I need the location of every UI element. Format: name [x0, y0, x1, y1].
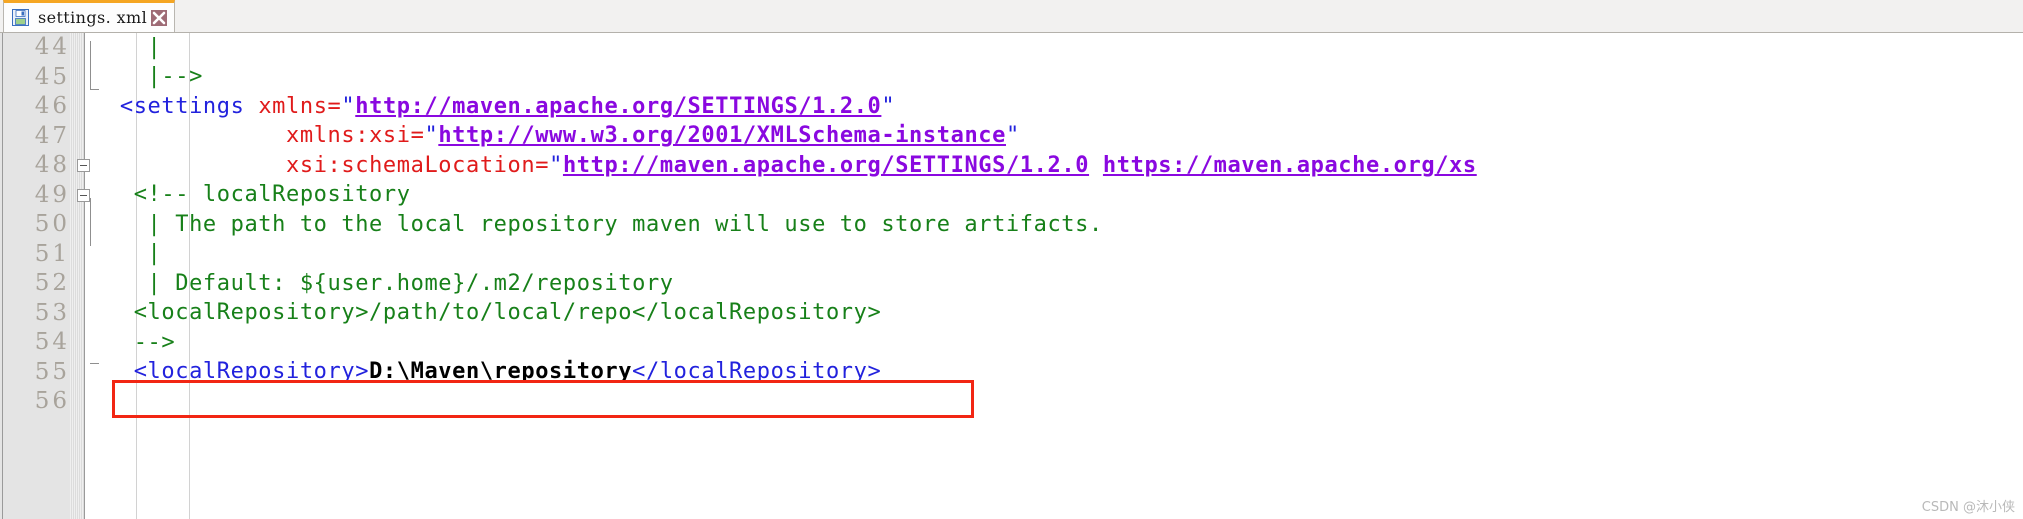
code-token: = — [535, 152, 550, 178]
code-text[interactable]: | — [96, 34, 2023, 60]
code-line[interactable]: 47 xmlns:xsi="http://www.w3.org/2001/XML… — [0, 122, 2023, 152]
line-number: 49 — [34, 181, 70, 208]
tab-title: settings. xml — [38, 7, 148, 27]
line-number: 46 — [34, 93, 70, 120]
code-text[interactable]: xmlns:xsi="http://www.w3.org/2001/XMLSch… — [96, 125, 2023, 147]
code-line[interactable]: 52 | Default: ${user.home}/.m2/repositor… — [0, 269, 2023, 299]
code-token: " — [424, 123, 439, 149]
code-line[interactable]: 56 — [0, 387, 2023, 417]
code-token: | — [106, 241, 162, 267]
code-token: <localRepository>/path/to/local/repo</lo… — [106, 300, 882, 326]
code-editor[interactable]: 44 | 45 |--> 46 <settings xmlns="http://ma… — [0, 33, 2023, 519]
code-token: = — [410, 123, 425, 149]
editor-tab-bar: settings. xml — [0, 0, 2023, 33]
code-token: xmlns — [258, 93, 328, 119]
line-number: 55 — [34, 358, 70, 385]
floppy-disk-icon — [12, 9, 29, 26]
close-x-icon[interactable] — [151, 9, 168, 26]
code-token: http://maven.apache.org/SETTINGS/1.2.0 — [355, 93, 882, 119]
code-token: http://maven.apache.org/SETTINGS/1.2.0 — [562, 152, 1090, 178]
code-line[interactable]: 49 <!-- localRepository — [0, 181, 2023, 211]
code-token: " — [341, 93, 356, 119]
code-token: = — [327, 93, 342, 119]
code-text[interactable]: --> — [96, 329, 2023, 355]
code-text[interactable]: | The path to the local repository maven… — [96, 211, 2023, 237]
code-token: | Default: ${user.home}/.m2/repository — [106, 270, 674, 296]
code-line[interactable]: 45 |--> — [0, 63, 2023, 93]
code-token: " — [549, 152, 563, 178]
watermark-text: CSDN @沐小侠 — [1921, 500, 2015, 515]
fold-toggle[interactable] — [70, 188, 96, 202]
xml-editor-window: settings. xml 44 | 45 |--> 46 <settings xm… — [0, 0, 2023, 519]
code-line[interactable]: 50 | The path to the local repository ma… — [0, 210, 2023, 240]
tab-bar-empty-space — [171, 0, 2023, 32]
line-number: 47 — [34, 122, 70, 149]
fold-toggle[interactable] — [70, 159, 96, 173]
code-token: D:\Maven\repository — [369, 359, 633, 385]
code-token: --> — [106, 329, 176, 355]
code-line[interactable]: 44 | — [0, 33, 2023, 63]
code-text[interactable]: <settings xmlns="http://maven.apache.org… — [96, 93, 2023, 119]
code-token: <settings — [106, 93, 245, 119]
code-text[interactable]: <!-- localRepository — [96, 184, 2023, 206]
fold-minus-icon[interactable] — [76, 188, 90, 202]
code-token: | — [106, 34, 162, 60]
code-token: http://www.w3.org/2001/XMLSchema-instanc… — [438, 123, 1006, 149]
code-text[interactable]: | Default: ${user.home}/.m2/repository — [96, 270, 2023, 296]
code-token: </localRepository> — [632, 359, 882, 385]
line-number: 54 — [34, 329, 70, 356]
code-token: <!-- localRepository — [106, 182, 411, 208]
line-number: 52 — [34, 270, 70, 297]
code-text[interactable]: <localRepository>D:\Maven\repository</lo… — [96, 361, 2023, 383]
line-number: 50 — [34, 211, 70, 238]
code-text[interactable]: | — [96, 243, 2023, 265]
code-token: https://maven.apache.org/xs — [1102, 152, 1477, 178]
code-lines: 44 | 45 |--> 46 <settings xmlns="http://ma… — [0, 33, 2023, 519]
code-token: |--> — [106, 64, 203, 90]
code-token: " — [881, 93, 896, 119]
code-text[interactable]: xsi:schemaLocation="http://maven.apache.… — [96, 152, 2023, 178]
code-token: <localRepository> — [106, 359, 370, 385]
line-number: 48 — [34, 152, 70, 179]
code-line[interactable]: 48 xsi:schemaLocation="http://maven.apac… — [0, 151, 2023, 181]
code-line[interactable]: 51 | — [0, 240, 2023, 270]
line-number: 51 — [34, 240, 70, 267]
code-token: xsi:schemaLocation — [286, 152, 536, 178]
code-line[interactable]: 54 --> — [0, 328, 2023, 358]
code-text[interactable]: |--> — [96, 66, 2023, 88]
line-number: 44 — [34, 34, 70, 61]
code-token: xmlns:xsi — [286, 123, 411, 149]
code-text[interactable]: <localRepository>/path/to/local/repo</lo… — [96, 302, 2023, 324]
tab-settings-xml[interactable]: settings. xml — [3, 0, 176, 32]
fold-minus-icon[interactable] — [76, 159, 90, 173]
code-line[interactable]: 55 <localRepository>D:\Maven\repository<… — [0, 358, 2023, 388]
line-number: 45 — [34, 63, 70, 90]
code-line[interactable]: 53 <localRepository>/path/to/local/repo<… — [0, 299, 2023, 329]
code-token: " — [1005, 123, 1020, 149]
code-token: | The path to the local repository maven… — [106, 211, 1103, 237]
line-number: 56 — [34, 388, 70, 415]
line-number: 53 — [34, 299, 70, 326]
code-line[interactable]: 46 <settings xmlns="http://maven.apache.… — [0, 92, 2023, 122]
